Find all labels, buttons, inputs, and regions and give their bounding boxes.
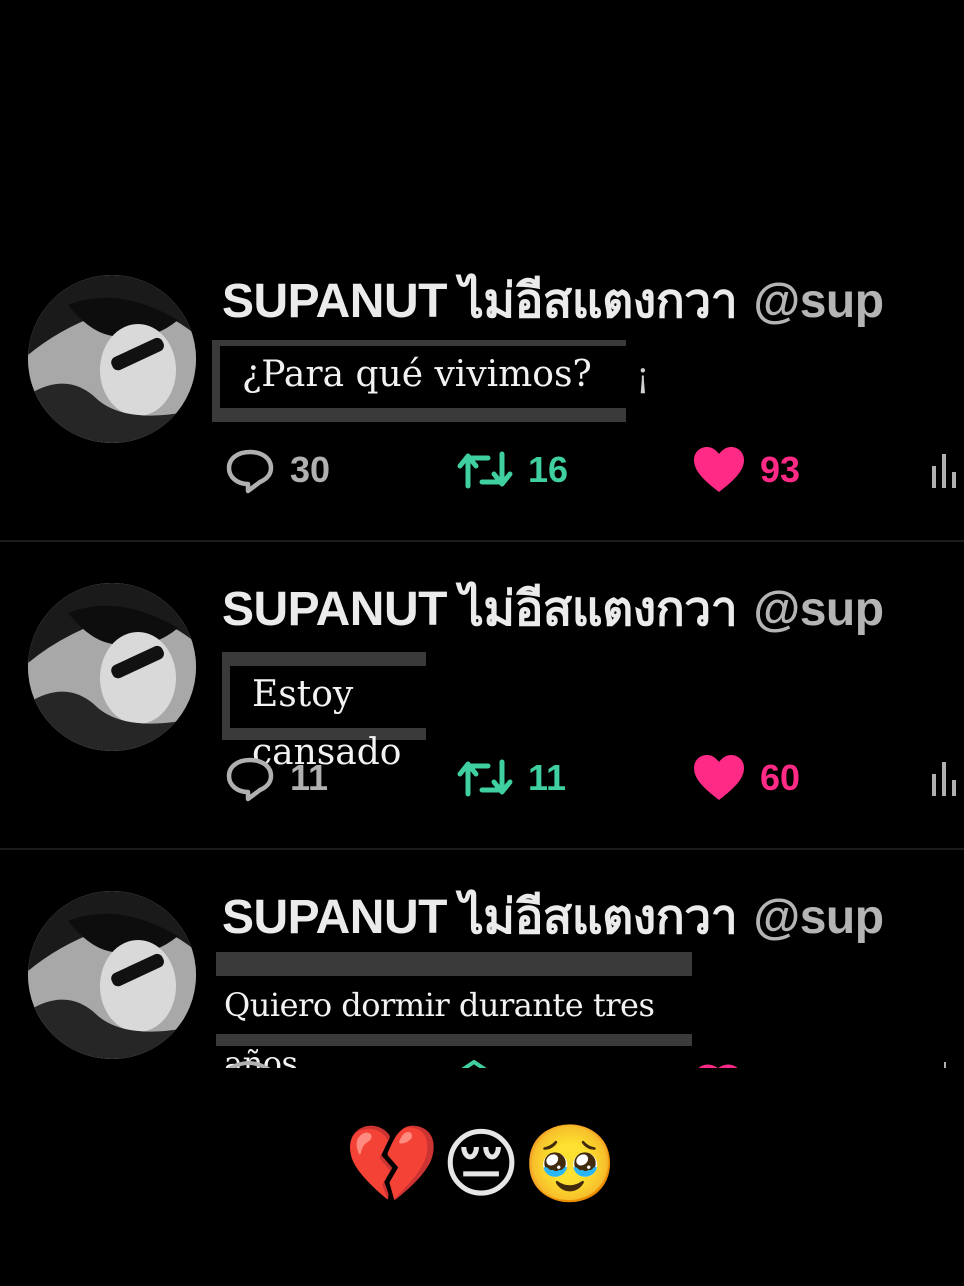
tweet-actions: 30 16 93 bbox=[222, 440, 964, 500]
tweet[interactable]: SUPANUT ไม่อีสแตงกวา @sup ¿Para qué vivi… bbox=[0, 270, 964, 578]
user-handle[interactable]: @sup bbox=[753, 891, 884, 944]
tweet-header: SUPANUT ไม่อีสแตงกวา @sup bbox=[222, 888, 884, 947]
reply-button[interactable]: 30 bbox=[224, 440, 330, 500]
like-count: 60 bbox=[760, 757, 801, 798]
tweet[interactable]: SUPANUT ไม่อีสแตงกวา @sup Quiero dormir … bbox=[0, 886, 964, 1068]
views-button[interactable] bbox=[928, 748, 964, 808]
user-handle[interactable]: @sup bbox=[753, 583, 884, 636]
display-name[interactable]: SUPANUT ไม่อีสแตงกวา bbox=[222, 275, 738, 328]
user-handle[interactable]: @sup bbox=[753, 275, 884, 328]
display-name[interactable]: SUPANUT ไม่อีสแตงกวา bbox=[222, 891, 738, 944]
retweet-count: 11 bbox=[528, 757, 567, 798]
avatar-photo bbox=[28, 891, 196, 1059]
tweet-header: SUPANUT ไม่อีสแตงกวา @sup bbox=[222, 580, 884, 639]
avatar-photo bbox=[28, 275, 196, 443]
like-button[interactable]: 93 bbox=[692, 440, 800, 500]
tweet-text-overlay: Quiero dormir durante tres años. bbox=[216, 976, 692, 1068]
tweet-actions: 11 11 60 bbox=[222, 748, 964, 808]
tweet-actions bbox=[227, 1060, 946, 1068]
divider bbox=[0, 540, 964, 542]
retweet-count: 16 bbox=[528, 449, 569, 490]
views-button[interactable] bbox=[928, 440, 964, 500]
avatar-photo bbox=[28, 583, 196, 751]
heart-icon bbox=[694, 447, 744, 492]
retweet-icon bbox=[457, 759, 513, 797]
speech-bubble-icon bbox=[226, 757, 274, 802]
retweet-button[interactable]: 11 bbox=[456, 748, 566, 808]
reply-count: 30 bbox=[290, 449, 331, 490]
caption-emojis: 💔😔🥹 bbox=[344, 1119, 620, 1208]
retweet-icon bbox=[457, 451, 513, 489]
tweet-header: SUPANUT ไม่อีสแตงกวา @sup bbox=[222, 272, 884, 331]
bar-chart-icon bbox=[932, 762, 956, 796]
heart-icon bbox=[694, 755, 744, 800]
speech-bubble-icon bbox=[226, 449, 274, 494]
avatar[interactable] bbox=[28, 891, 196, 1059]
like-button[interactable]: 60 bbox=[692, 748, 800, 808]
bar-chart-icon bbox=[932, 454, 956, 488]
avatar[interactable] bbox=[28, 275, 196, 443]
retweet-button[interactable]: 16 bbox=[456, 440, 568, 500]
reply-button[interactable]: 11 bbox=[224, 748, 328, 808]
text-fragment: ¡ bbox=[636, 356, 650, 396]
avatar[interactable] bbox=[28, 583, 196, 751]
divider bbox=[0, 848, 964, 850]
tweet-text-overlay: Estoy cansado bbox=[224, 666, 426, 773]
tweet[interactable]: SUPANUT ไม่อีสแตงกวา @sup Estoy cansado … bbox=[0, 578, 964, 886]
like-count: 93 bbox=[760, 449, 801, 490]
display-name[interactable]: SUPANUT ไม่อีสแตงกวา bbox=[222, 583, 738, 636]
tweet-text-overlay: ¿Para qué vivimos? bbox=[214, 346, 626, 408]
reply-count: 11 bbox=[290, 757, 329, 798]
